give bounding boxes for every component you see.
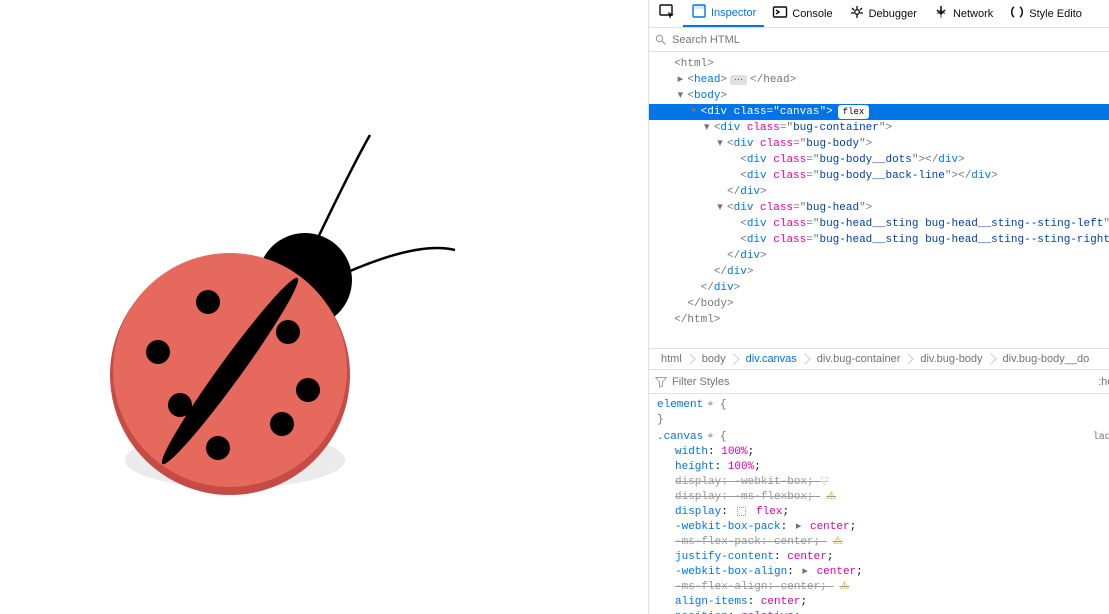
search-icon xyxy=(655,34,667,46)
target-icon: ⌖ xyxy=(707,431,713,443)
element-picker-icon xyxy=(659,4,675,20)
warning-icon: ⚠ xyxy=(833,536,843,548)
dom-node[interactable]: </div> xyxy=(649,264,1109,280)
css-declaration[interactable]: -ms-flex-align: center; ⚠ xyxy=(657,580,1109,595)
brace-open: { xyxy=(720,399,727,411)
warning-icon: ⚠ xyxy=(826,491,836,503)
breadcrumb-item[interactable]: div.bug-body xyxy=(908,351,990,367)
breadcrumb-bar: htmlbodydiv.canvasdiv.bug-containerdiv.b… xyxy=(649,348,1109,370)
css-declaration[interactable]: display: flex; xyxy=(657,505,1109,520)
css-declaration[interactable]: display: -webkit-box; ▽ xyxy=(657,475,1109,490)
css-declaration[interactable]: justify-content: center; xyxy=(657,550,1109,565)
tab-label: Debugger xyxy=(869,8,917,20)
styles-filter-input[interactable] xyxy=(672,376,1098,388)
dom-node[interactable]: </html> xyxy=(649,312,1109,328)
dom-node[interactable]: </div> xyxy=(649,184,1109,200)
tab-label: Console xyxy=(792,8,832,20)
tab-network[interactable]: Network xyxy=(925,0,1001,27)
tab-label: Style Edito xyxy=(1029,8,1082,20)
filter-icon: ▽ xyxy=(820,476,828,488)
dom-node[interactable]: ▾<div class="bug-body"> xyxy=(649,136,1109,152)
devtools-panel: Inspector Console Debugger Network Style Edi… xyxy=(648,0,1109,614)
brace-open: { xyxy=(720,431,727,443)
rule-source[interactable]: lady-bug.sc xyxy=(1093,430,1109,445)
css-rules-panel[interactable]: element⌖ {in}.canvas⌖ {lady-bug.scwidth:… xyxy=(649,394,1109,614)
target-icon: ⌖ xyxy=(707,399,713,411)
dom-node[interactable]: <div class="bug-head__sting bug-head__st… xyxy=(649,216,1109,232)
dom-tree[interactable]: <html> ▸<head>⋯</head> ▾<body> ▾<div cla… xyxy=(649,52,1109,348)
css-declaration[interactable]: height: 100%; xyxy=(657,460,1109,475)
css-declaration[interactable]: align-items: center; xyxy=(657,595,1109,610)
css-declaration[interactable]: -ms-flex-pack: center; ⚠ xyxy=(657,535,1109,550)
dom-node[interactable]: </div> xyxy=(649,280,1109,296)
breadcrumb-item[interactable]: html xyxy=(649,351,690,367)
css-rule[interactable]: .canvas ⌖ { lady-bug.scwidth: 100%;height:… xyxy=(657,430,1109,614)
expand-icon[interactable]: ▸ xyxy=(802,566,808,578)
css-declaration[interactable]: -webkit-box-pack: ▸ center; xyxy=(657,520,1109,535)
dom-node[interactable]: ▾<div class="canvas">flex xyxy=(649,104,1109,120)
dom-node[interactable]: ▸<head>⋯</head> xyxy=(649,72,1109,88)
css-rule[interactable]: element⌖ {in} xyxy=(657,398,1109,428)
dom-node[interactable]: <div class="bug-head__sting bug-head__st… xyxy=(649,232,1109,248)
css-declaration[interactable]: -webkit-box-align: ▸ center; xyxy=(657,565,1109,580)
ladybug-icon xyxy=(60,110,480,530)
breadcrumb-item[interactable]: div.canvas xyxy=(734,351,805,367)
style edito-icon xyxy=(1009,4,1025,23)
brace-close: } xyxy=(657,413,1109,428)
breadcrumb-item[interactable]: div.bug-container xyxy=(805,351,909,367)
dom-search-bar xyxy=(649,28,1109,52)
page-preview xyxy=(0,0,648,614)
breadcrumb-item[interactable]: body xyxy=(690,351,734,367)
element-picker-button[interactable] xyxy=(655,0,679,27)
filter-icon xyxy=(655,376,667,388)
dom-node[interactable]: </body> xyxy=(649,296,1109,312)
expand-icon[interactable]: ▸ xyxy=(796,521,802,533)
breadcrumb-item[interactable]: div.bug-body__do xyxy=(991,351,1098,367)
tab-label: Inspector xyxy=(711,7,756,19)
tab-debugger[interactable]: Debugger xyxy=(841,0,925,27)
css-declaration[interactable]: display: -ms-flexbox; ⚠ xyxy=(657,490,1109,505)
tab-label: Network xyxy=(953,8,993,20)
dom-node[interactable]: ▾<body> xyxy=(649,88,1109,104)
devtools-toolbar: Inspector Console Debugger Network Style Edi… xyxy=(649,0,1109,28)
css-declaration[interactable]: position: relative; xyxy=(657,610,1109,614)
flex-swatch-icon[interactable] xyxy=(737,507,746,516)
network-icon xyxy=(933,4,949,23)
tab-inspector[interactable]: Inspector xyxy=(683,0,764,27)
console-icon xyxy=(772,4,788,23)
dom-node[interactable]: <div class="bug-body__back-line"></div> xyxy=(649,168,1109,184)
dom-node[interactable]: ▾<div class="bug-container"> xyxy=(649,120,1109,136)
dom-search-input[interactable] xyxy=(672,34,1109,46)
rule-selector[interactable]: .canvas xyxy=(657,431,703,443)
pseudo-hover-toggle[interactable]: :hov xyxy=(1098,376,1109,388)
css-declaration[interactable]: width: 100%; xyxy=(657,445,1109,460)
dom-node[interactable]: </div> xyxy=(649,248,1109,264)
dom-node[interactable]: <div class="bug-body__dots"></div> xyxy=(649,152,1109,168)
rule-selector[interactable]: element xyxy=(657,399,703,411)
dom-node[interactable]: ▾<div class="bug-head"> xyxy=(649,200,1109,216)
styles-filter-bar: :hov .cls + xyxy=(649,370,1109,394)
debugger-icon xyxy=(849,4,865,23)
tab-style-edito[interactable]: Style Edito xyxy=(1001,0,1090,27)
warning-icon: ⚠ xyxy=(839,581,849,593)
dom-node[interactable]: <html> xyxy=(649,56,1109,72)
inspector-icon xyxy=(691,3,707,22)
tab-console[interactable]: Console xyxy=(764,0,840,27)
